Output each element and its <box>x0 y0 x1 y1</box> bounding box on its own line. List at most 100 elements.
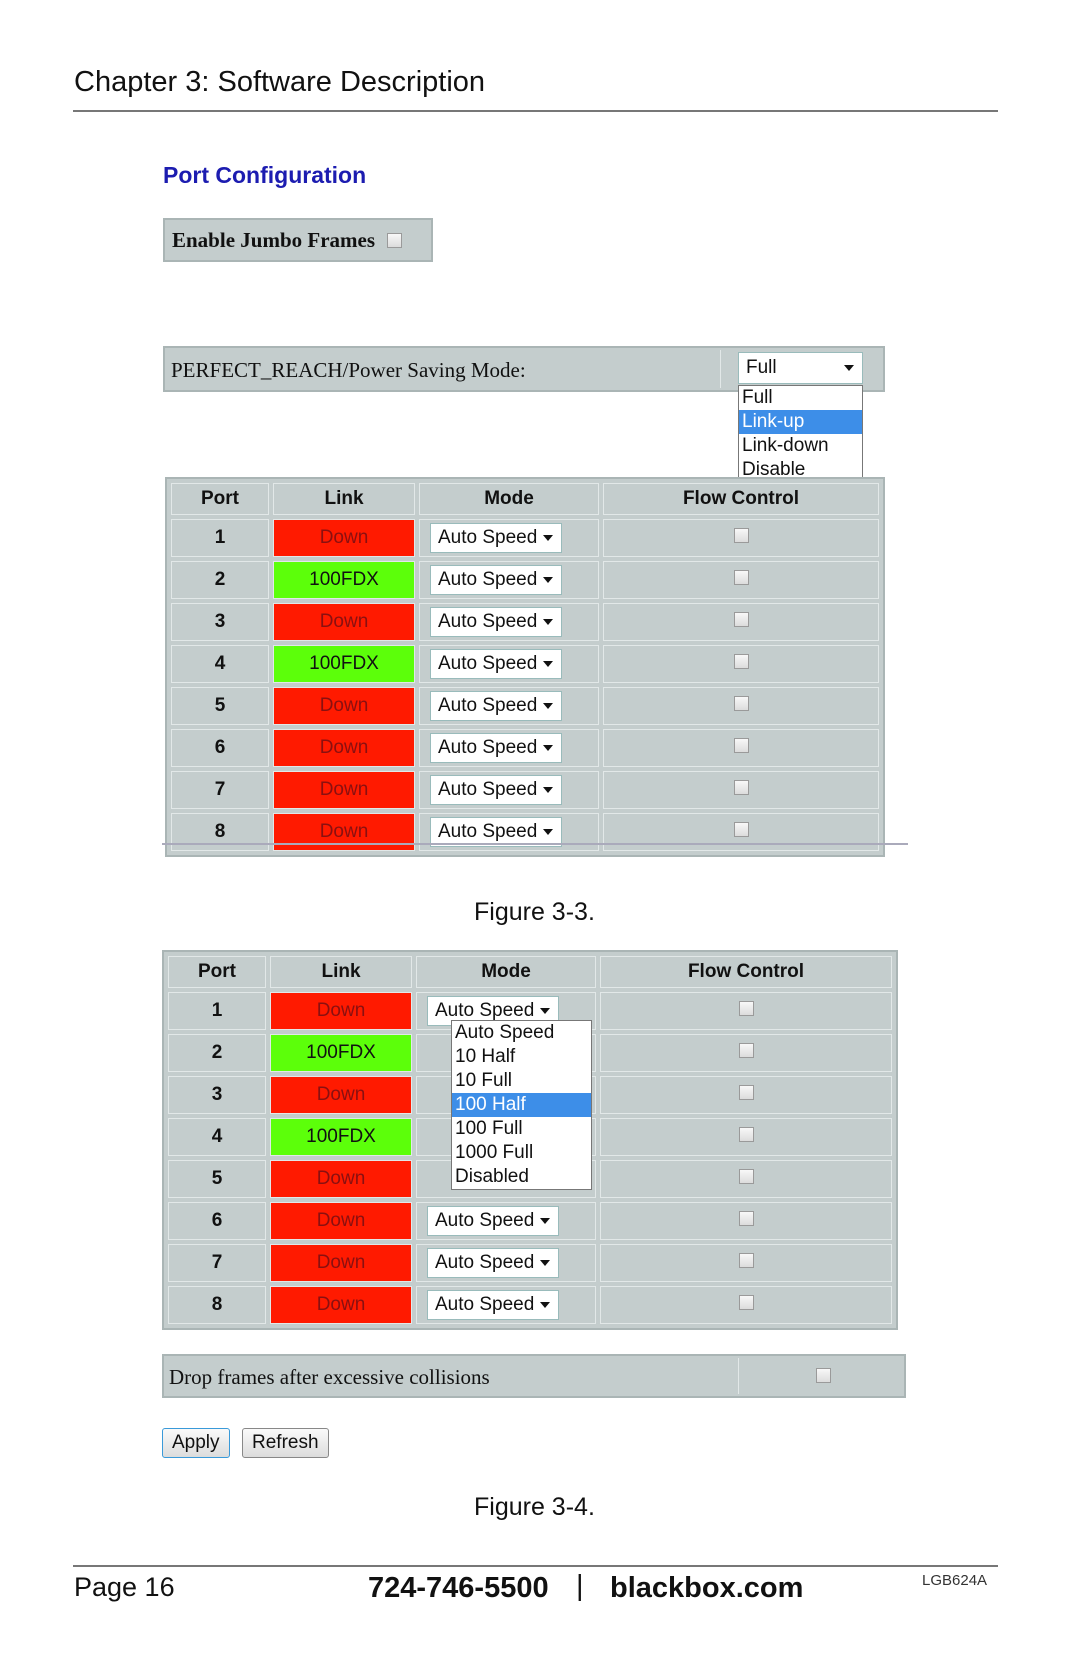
table-row: 1 Down Auto Speed <box>171 519 879 557</box>
chevron-down-icon <box>543 829 553 835</box>
chevron-down-icon <box>543 703 553 709</box>
flow-control-checkbox[interactable] <box>738 1085 754 1100</box>
flow-control-checkbox[interactable] <box>733 612 749 627</box>
mode-select[interactable]: Auto Speed <box>430 691 562 721</box>
mode-select[interactable]: Auto Speed <box>430 607 562 637</box>
flow-control-cell <box>600 1118 892 1156</box>
apply-button[interactable]: Apply <box>162 1428 230 1458</box>
flow-control-checkbox[interactable] <box>738 1295 754 1310</box>
drop-frames-label: Drop frames after excessive collisions <box>169 1365 490 1389</box>
dropdown-option[interactable]: 100 Full <box>452 1117 591 1141</box>
page-number: Page 16 <box>74 1572 175 1602</box>
refresh-button[interactable]: Refresh <box>242 1428 329 1458</box>
column-header: Flow Control <box>603 483 879 515</box>
flow-control-checkbox[interactable] <box>733 780 749 795</box>
mode-select[interactable]: Auto Speed <box>430 649 562 679</box>
mode-value: Auto Speed <box>438 611 538 632</box>
mode-select[interactable]: Auto Speed <box>427 1206 559 1236</box>
dropdown-option[interactable]: 100 Half <box>452 1093 591 1117</box>
flow-control-checkbox[interactable] <box>738 1001 754 1016</box>
port-table-figure-3-3: Port Link Mode Flow Control 1 Down Auto Speed 2… <box>165 477 885 857</box>
power-saving-select[interactable]: Full <box>738 352 863 384</box>
flow-control-checkbox[interactable] <box>733 570 749 585</box>
flow-control-cell <box>603 603 879 641</box>
figure-3-3-caption: Figure 3-3. <box>474 898 595 926</box>
dropdown-option[interactable]: Disabled <box>452 1165 591 1189</box>
mode-value: Auto Speed <box>438 737 538 758</box>
link-status: 100FDX <box>273 645 415 683</box>
table-row: 8 Down Auto Speed <box>168 1286 892 1324</box>
table-row: 7 Down Auto Speed <box>168 1244 892 1282</box>
mode-value: Auto Speed <box>435 1252 535 1273</box>
column-header: Mode <box>416 956 596 988</box>
flow-control-cell <box>603 813 879 851</box>
column-header: Port <box>168 956 266 988</box>
mode-value: Auto Speed <box>438 821 538 842</box>
flow-control-checkbox[interactable] <box>738 1169 754 1184</box>
mode-cell: Auto Speed <box>419 771 599 809</box>
link-status: Down <box>273 687 415 725</box>
link-status: Down <box>270 1202 412 1240</box>
column-header: Link <box>270 956 412 988</box>
flow-control-cell <box>600 1244 892 1282</box>
mode-select[interactable]: Auto Speed <box>427 1248 559 1278</box>
dropdown-option[interactable]: Full <box>739 386 862 410</box>
drop-frames-checkbox[interactable] <box>816 1368 831 1383</box>
flow-control-cell <box>603 645 879 683</box>
chevron-down-icon <box>844 365 854 371</box>
flow-control-cell <box>600 1286 892 1324</box>
port-configuration-title: Port Configuration <box>163 162 367 188</box>
flow-control-checkbox[interactable] <box>738 1211 754 1226</box>
flow-control-checkbox[interactable] <box>733 738 749 753</box>
chevron-down-icon <box>543 535 553 541</box>
flow-control-checkbox[interactable] <box>738 1043 754 1058</box>
column-header: Mode <box>419 483 599 515</box>
dropdown-option[interactable]: 10 Full <box>452 1069 591 1093</box>
mode-value: Auto Speed <box>435 1210 535 1231</box>
flow-control-checkbox[interactable] <box>733 822 749 837</box>
mode-value: Auto Speed <box>438 569 538 590</box>
jumbo-frames-checkbox[interactable] <box>387 232 403 248</box>
chevron-down-icon <box>543 787 553 793</box>
dropdown-option[interactable]: 1000 Full <box>452 1141 591 1165</box>
port-number: 6 <box>168 1202 266 1240</box>
flow-control-checkbox[interactable] <box>738 1253 754 1268</box>
dropdown-option[interactable]: Link-up <box>739 410 862 434</box>
flow-control-checkbox[interactable] <box>733 654 749 669</box>
chevron-down-icon <box>543 661 553 667</box>
table-row: 8 Down Auto Speed <box>171 813 879 851</box>
flow-control-checkbox[interactable] <box>733 696 749 711</box>
table-row: 4 100FDX Auto Speed <box>171 645 879 683</box>
flow-control-checkbox[interactable] <box>733 528 749 543</box>
dropdown-option[interactable]: Link-down <box>739 434 862 458</box>
document-code: LGB624A <box>922 1572 988 1589</box>
website-link[interactable]: blackbox.com <box>610 1572 803 1605</box>
link-status: Down <box>273 729 415 767</box>
port-number: 3 <box>168 1076 266 1114</box>
port-number: 7 <box>171 771 269 809</box>
link-status: Down <box>273 519 415 557</box>
port-number: 4 <box>168 1118 266 1156</box>
mode-select[interactable]: Auto Speed <box>430 775 562 805</box>
link-status: 100FDX <box>270 1034 412 1072</box>
port-number: 8 <box>171 813 269 851</box>
link-status: 100FDX <box>270 1118 412 1156</box>
column-header: Port <box>171 483 269 515</box>
dropdown-option[interactable]: Auto Speed <box>452 1021 591 1045</box>
mode-select[interactable]: Auto Speed <box>430 565 562 595</box>
cell-divider <box>720 350 721 388</box>
link-status: Down <box>270 992 412 1030</box>
phone-number: 724-746-5500 <box>368 1572 549 1604</box>
chevron-down-icon <box>540 1218 550 1224</box>
table-row: 7 Down Auto Speed <box>171 771 879 809</box>
link-status: Down <box>270 1286 412 1324</box>
link-status: Down <box>270 1076 412 1114</box>
flow-control-cell <box>603 519 879 557</box>
mode-select[interactable]: Auto Speed <box>430 523 562 553</box>
dropdown-option[interactable]: 10 Half <box>452 1045 591 1069</box>
mode-select[interactable]: Auto Speed <box>430 733 562 763</box>
flow-control-checkbox[interactable] <box>738 1127 754 1142</box>
link-status: Down <box>273 813 415 851</box>
mode-select[interactable]: Auto Speed <box>427 1290 559 1320</box>
power-saving-dropdown: Full Link-up Link-down Disable <box>738 385 863 483</box>
